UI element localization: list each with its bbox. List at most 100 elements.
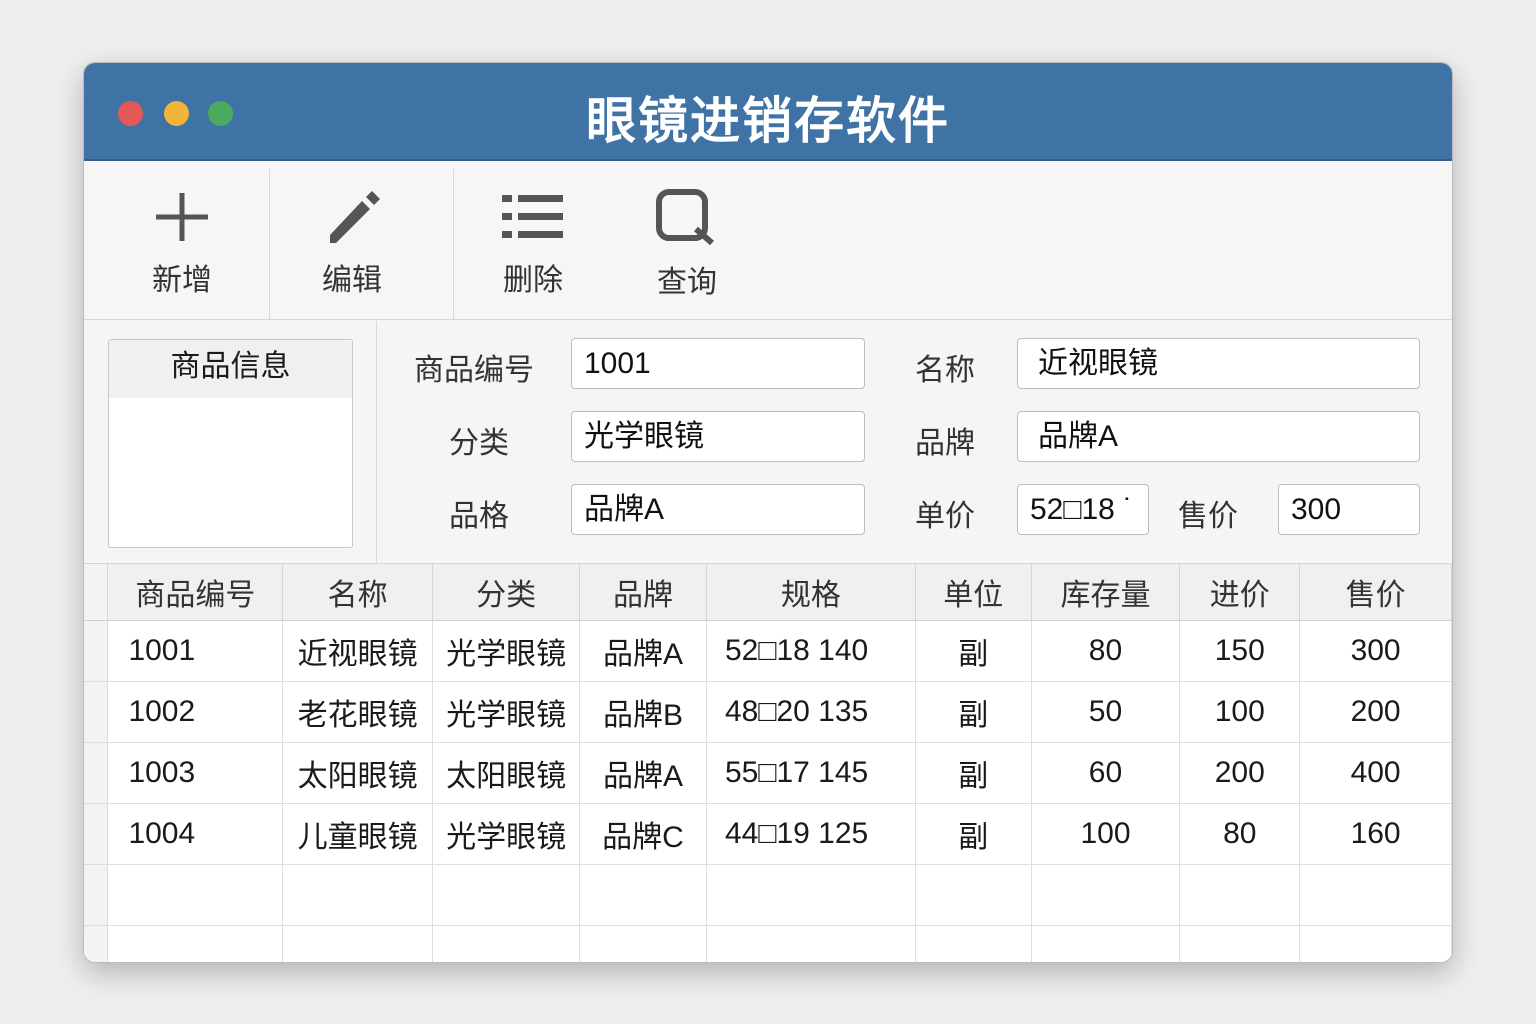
table-cell[interactable] (1299, 925, 1452, 962)
empty-row[interactable] (84, 925, 1452, 962)
table-cell[interactable]: 150 (1179, 620, 1301, 682)
column-header[interactable]: 分类 (432, 564, 581, 621)
column-header[interactable]: 售价 (1299, 564, 1452, 621)
edit-button[interactable]: 编辑 (292, 163, 412, 320)
row-header[interactable] (84, 742, 109, 804)
table-cell[interactable] (1299, 864, 1452, 926)
table-cell[interactable] (282, 925, 434, 962)
sale-price-input[interactable]: 300 (1278, 484, 1420, 535)
column-header[interactable]: 规格 (706, 564, 916, 621)
column-header[interactable]: 品牌 (579, 564, 707, 621)
brand-input[interactable]: 品牌A (1017, 411, 1420, 462)
table-cell[interactable]: 200 (1299, 681, 1452, 743)
table-cell[interactable] (706, 864, 916, 926)
table-cell[interactable]: 太阳眼镜 (432, 742, 581, 804)
column-header[interactable]: 商品编号 (107, 564, 284, 621)
name-label: 名称 (915, 354, 975, 387)
table-row[interactable]: 1002 老花眼镜 光学眼镜 品牌B 48□20 135 副 50 100 200 (84, 681, 1452, 743)
unit-price-label: 单价 (915, 500, 975, 533)
column-header[interactable]: 单位 (915, 564, 1032, 621)
list-icon (502, 195, 563, 238)
id-input[interactable]: 1001 (571, 338, 865, 389)
table-cell[interactable] (107, 864, 284, 926)
table-cell[interactable] (1179, 925, 1301, 962)
row-header[interactable] (84, 803, 109, 865)
table-cell[interactable]: 55□17 145 (706, 742, 916, 804)
table-cell[interactable]: 光学眼镜 (432, 620, 581, 682)
add-label: 新增 (152, 264, 212, 297)
table-cell[interactable]: 品牌A (579, 742, 707, 804)
table-cell[interactable] (282, 864, 434, 926)
table-cell[interactable]: 100 (1179, 681, 1301, 743)
divider (453, 169, 454, 319)
table-cell[interactable]: 品牌C (579, 803, 707, 865)
table-cell[interactable] (579, 864, 707, 926)
table-cell[interactable]: 老花眼镜 (282, 681, 434, 743)
table-cell[interactable]: 副 (915, 681, 1032, 743)
row-header[interactable] (84, 864, 109, 926)
table-cell[interactable]: 儿童眼镜 (282, 803, 434, 865)
row-header-corner (84, 564, 109, 621)
table-cell[interactable]: 80 (1179, 803, 1301, 865)
table-row[interactable]: 1004 儿童眼镜 光学眼镜 品牌C 44□19 125 副 100 80 160 (84, 803, 1452, 865)
column-header[interactable]: 进价 (1179, 564, 1301, 621)
spec-label: 品格 (449, 500, 509, 533)
table-cell[interactable]: 副 (915, 803, 1032, 865)
table-cell[interactable] (706, 925, 916, 962)
delete-button[interactable]: 删除 (473, 163, 593, 320)
table-cell[interactable]: 品牌B (579, 681, 707, 743)
table-cell[interactable] (1031, 925, 1181, 962)
table-cell[interactable]: 60 (1031, 742, 1181, 804)
plus-icon (156, 193, 208, 241)
query-label: 查询 (657, 266, 717, 299)
table-cell[interactable]: 1002 (107, 681, 284, 743)
table-cell[interactable]: 50 (1031, 681, 1181, 743)
table-cell[interactable] (1031, 864, 1181, 926)
table-cell[interactable]: 400 (1299, 742, 1452, 804)
table-cell[interactable] (915, 864, 1032, 926)
table-cell[interactable]: 300 (1299, 620, 1452, 682)
table-cell[interactable]: 副 (915, 620, 1032, 682)
spec-input[interactable]: 品牌A (571, 484, 865, 535)
table-cell[interactable]: 100 (1031, 803, 1181, 865)
table-cell[interactable] (107, 925, 284, 962)
table-cell[interactable]: 品牌A (579, 620, 707, 682)
row-header[interactable] (84, 620, 109, 682)
table-cell[interactable]: 200 (1179, 742, 1301, 804)
table-cell[interactable]: 1001 (107, 620, 284, 682)
unit-price-input[interactable]: 52□18 ˙ (1017, 484, 1149, 535)
table-cell[interactable]: 48□20 135 (706, 681, 916, 743)
table-cell[interactable] (432, 864, 581, 926)
table-cell[interactable]: 44□19 125 (706, 803, 916, 865)
name-input[interactable]: 近视眼镜 (1017, 338, 1420, 389)
brand-label: 品牌 (915, 427, 975, 460)
table-cell[interactable] (579, 925, 707, 962)
query-button[interactable]: 查询 (627, 163, 747, 320)
window-title: 眼镜进销存软件 (586, 93, 950, 149)
row-header[interactable] (84, 925, 109, 962)
table-cell[interactable]: 80 (1031, 620, 1181, 682)
column-header[interactable]: 库存量 (1031, 564, 1181, 621)
table-cell[interactable] (915, 925, 1032, 962)
column-header[interactable]: 名称 (282, 564, 434, 621)
empty-row[interactable] (84, 864, 1452, 926)
table-cell[interactable]: 52□18 140 (706, 620, 916, 682)
table-cell[interactable] (1179, 864, 1301, 926)
table-cell[interactable]: 1004 (107, 803, 284, 865)
category-label: 分类 (449, 427, 509, 460)
table-cell[interactable]: 光学眼镜 (432, 681, 581, 743)
table-cell[interactable]: 光学眼镜 (432, 803, 581, 865)
table-cell[interactable] (432, 925, 581, 962)
table-row[interactable]: 1003 太阳眼镜 太阳眼镜 品牌A 55□17 145 副 60 200 400 (84, 742, 1452, 804)
category-input[interactable]: 光学眼镜 (571, 411, 865, 462)
sale-price-label: 售价 (1178, 500, 1238, 533)
table-cell[interactable]: 1003 (107, 742, 284, 804)
add-button[interactable]: 新增 (122, 163, 242, 320)
table-cell[interactable]: 太阳眼镜 (282, 742, 434, 804)
product-table: 商品编号 名称 分类 品牌 规格 单位 库存量 进价 售价 1001 近视眼镜 光学… (84, 564, 1452, 962)
table-row[interactable]: 1001 近视眼镜 光学眼镜 品牌A 52□18 140 副 80 150 300 (84, 620, 1452, 682)
row-header[interactable] (84, 681, 109, 743)
table-cell[interactable]: 副 (915, 742, 1032, 804)
table-cell[interactable]: 近视眼镜 (282, 620, 434, 682)
table-cell[interactable]: 160 (1299, 803, 1452, 865)
